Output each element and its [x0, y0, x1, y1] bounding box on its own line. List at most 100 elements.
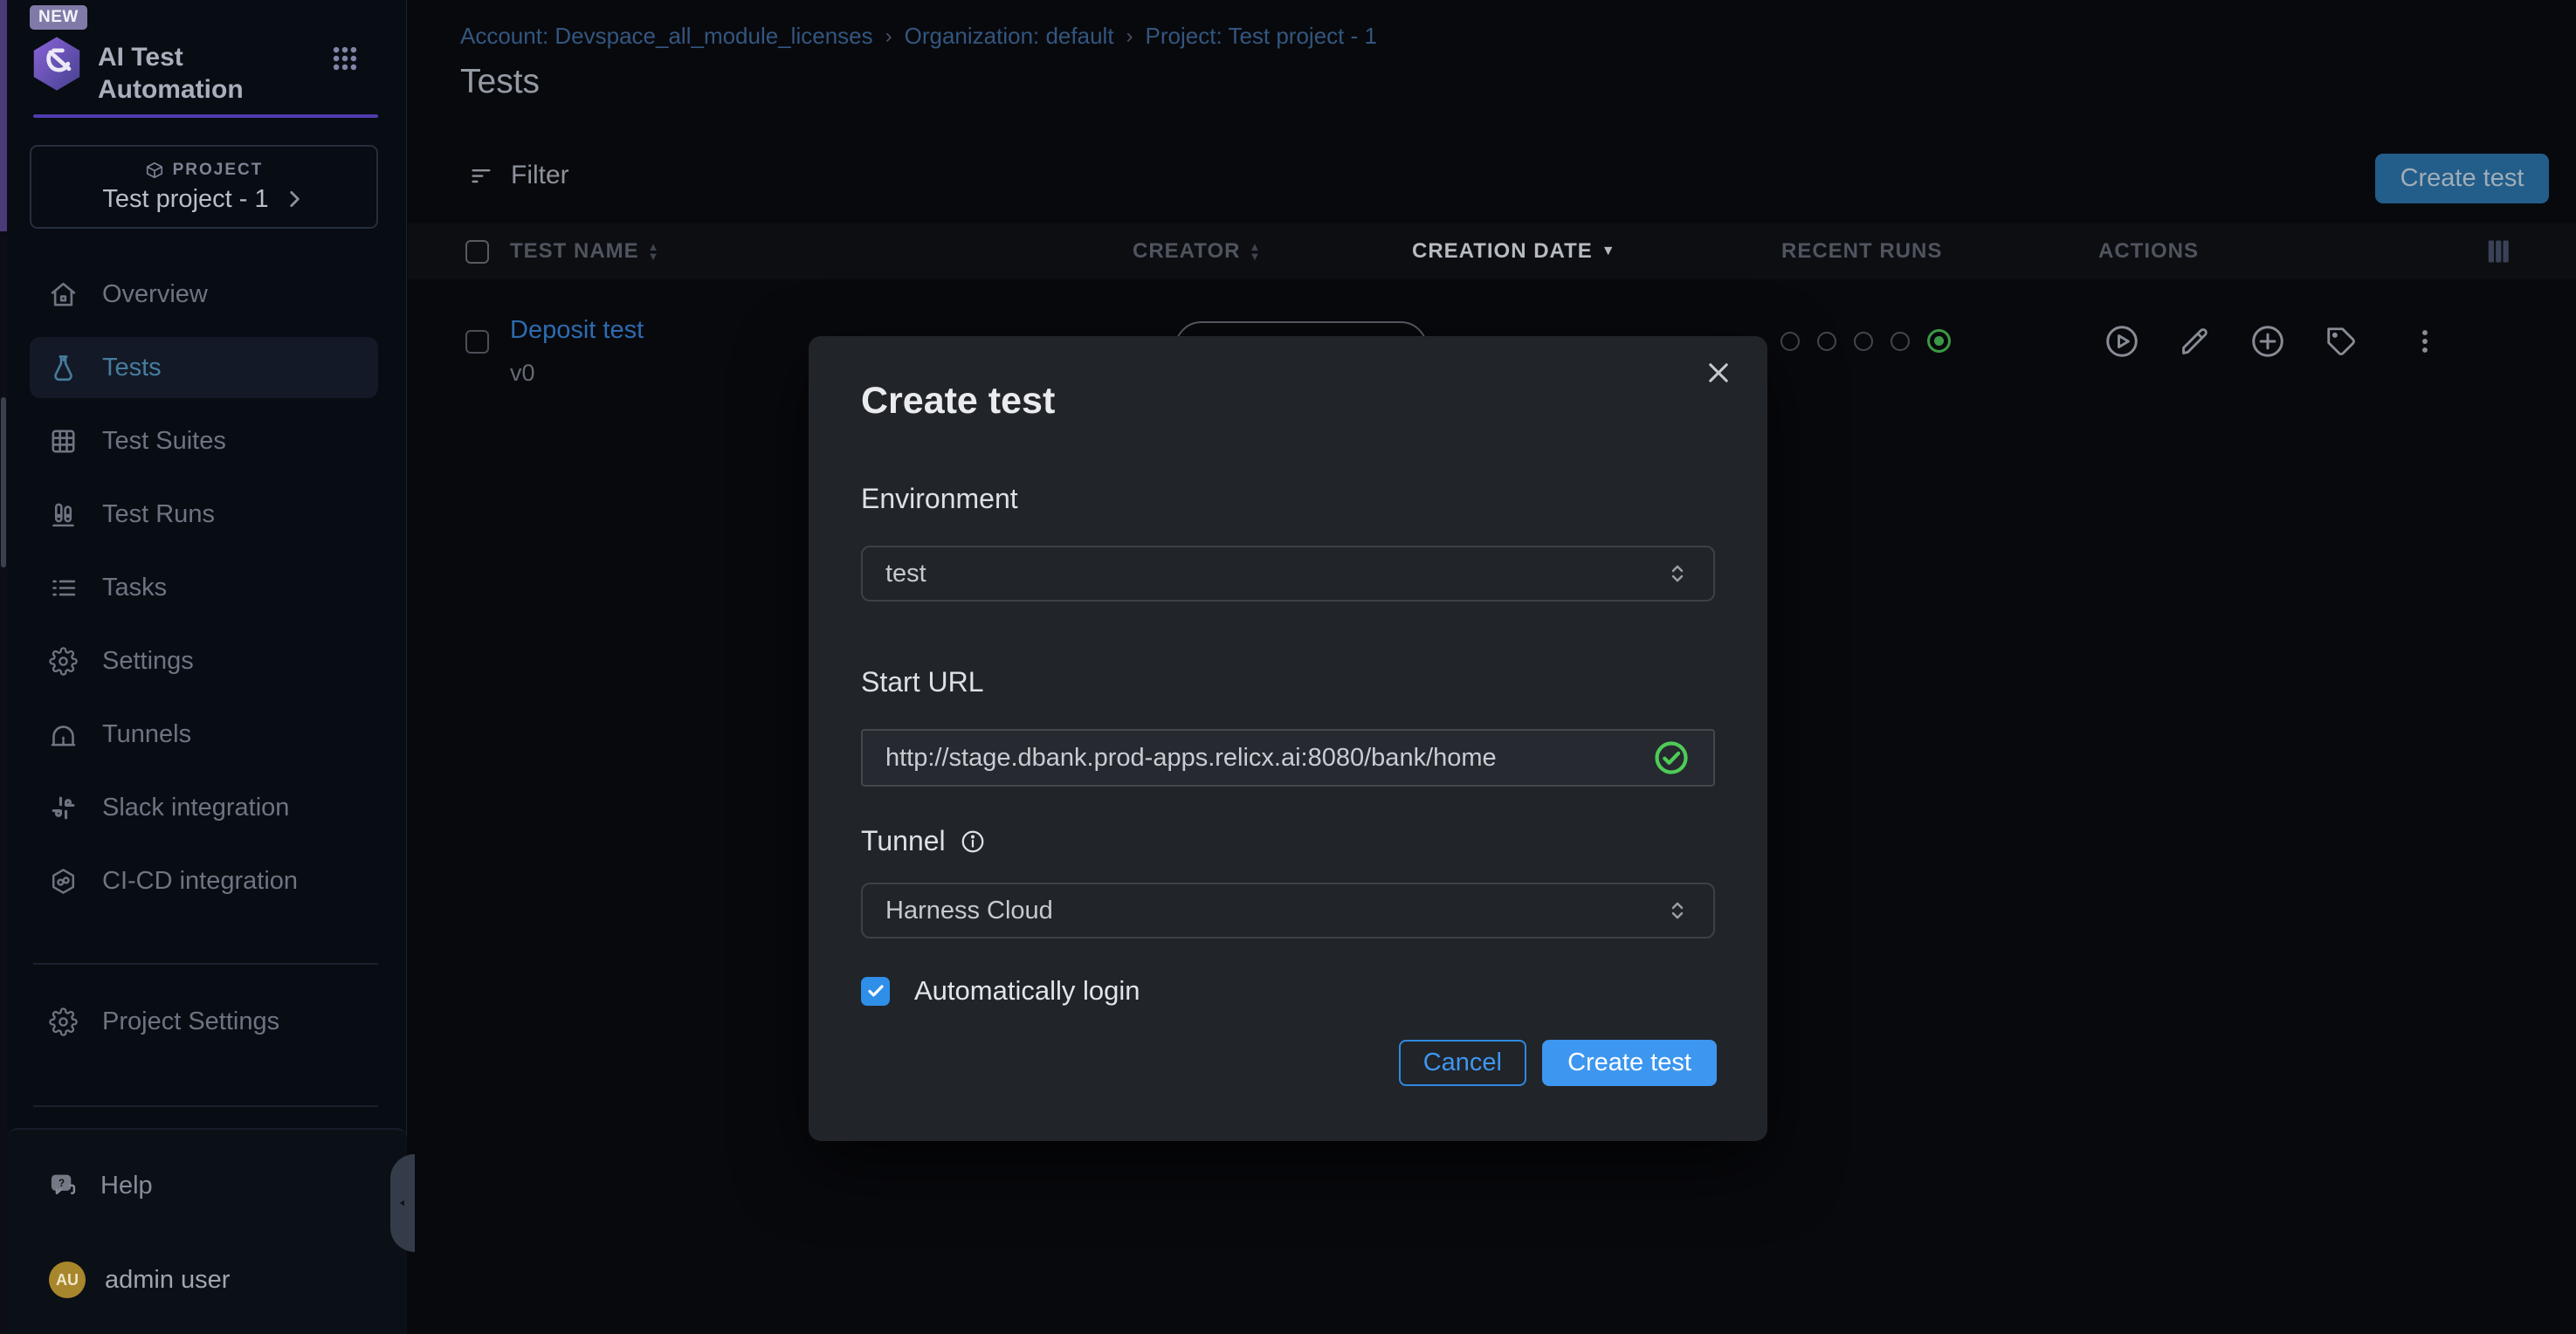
tunnel-label-row: Tunnel — [861, 825, 986, 857]
auto-login-checkbox[interactable] — [861, 977, 890, 1006]
start-url-input[interactable]: http://stage.dbank.prod-apps.relicx.ai:8… — [861, 729, 1715, 787]
create-test-button[interactable]: Create test — [2375, 154, 2549, 203]
app-title-line1: AI Test — [98, 41, 244, 73]
help-chat-icon: ? — [49, 1172, 78, 1200]
info-icon[interactable] — [960, 829, 986, 855]
sidebar-item-overview[interactable]: Overview — [30, 264, 378, 325]
row-checkbox[interactable] — [465, 330, 489, 354]
sidebar: NEW AI Test Automation — [7, 0, 407, 1334]
filter-icon — [469, 163, 493, 188]
project-switcher-label: PROJECT — [173, 161, 264, 180]
breadcrumb-account-link[interactable]: Account: Devspace_all_module_licenses — [460, 23, 873, 50]
breadcrumb-project-link[interactable]: Project: Test project - 1 — [1146, 23, 1377, 50]
column-label: CREATION DATE — [1412, 239, 1593, 264]
tunnel-select[interactable]: Harness Cloud — [861, 883, 1715, 939]
modal-footer: Cancel Create test — [1399, 1040, 1717, 1086]
flask-icon — [49, 354, 78, 382]
sidebar-item-label: Test Suites — [102, 427, 226, 456]
sidebar-divider — [33, 963, 378, 965]
auto-login-row: Automatically login — [861, 975, 1140, 1007]
select-chevrons-icon — [1664, 897, 1691, 924]
sidebar-item-label: Help — [100, 1172, 153, 1200]
module-grid-icon[interactable] — [330, 44, 360, 73]
module-rail — [0, 0, 7, 1334]
run-test-play-icon[interactable] — [2103, 322, 2141, 361]
select-all-checkbox-cell — [465, 223, 489, 279]
column-header-creator[interactable]: CREATOR ▲▼ — [1133, 223, 1261, 279]
tunnel-icon — [49, 720, 78, 749]
project-switcher-name: Test project - 1 — [102, 185, 268, 214]
brand-underline — [33, 114, 378, 118]
run-status-dot[interactable] — [1780, 332, 1800, 351]
close-icon[interactable] — [1701, 355, 1736, 390]
app-title: AI Test Automation — [98, 41, 244, 106]
gear-icon — [49, 647, 78, 676]
svg-text:?: ? — [59, 1177, 65, 1188]
column-label: RECENT RUNS — [1781, 239, 1942, 264]
breadcrumb: Account: Devspace_all_module_licenses › … — [460, 23, 1377, 50]
slack-icon — [49, 794, 78, 822]
add-plus-icon[interactable] — [2249, 322, 2287, 361]
module-rail-scroll-thumb[interactable] — [1, 397, 6, 567]
run-status-dot[interactable] — [1891, 332, 1910, 351]
sort-desc-icon: ▼ — [1601, 244, 1616, 259]
app-logo-icon[interactable] — [26, 33, 87, 94]
sort-arrows-icon: ▲▼ — [1249, 242, 1261, 261]
column-header-creation-date[interactable]: CREATION DATE ▼ — [1412, 223, 1616, 279]
run-status-dot-passed[interactable] — [1927, 329, 1951, 353]
start-url-label: Start URL — [861, 666, 983, 698]
grid-icon — [49, 427, 78, 456]
filter-button[interactable]: Filter — [469, 161, 569, 190]
create-test-modal: Create test Environment test Start URL h… — [809, 336, 1767, 1141]
environment-label: Environment — [861, 483, 1018, 515]
column-label: ACTIONS — [2098, 239, 2199, 264]
create-test-submit-button[interactable]: Create test — [1542, 1040, 1717, 1086]
column-header-test-name[interactable]: TEST NAME ▲▼ — [510, 223, 660, 279]
select-all-checkbox[interactable] — [465, 240, 489, 264]
module-rail-accent — [0, 0, 7, 231]
app-screen: NEW AI Test Automation — [0, 0, 2576, 1334]
run-status-dot[interactable] — [1817, 332, 1836, 351]
test-name-link[interactable]: Deposit test — [510, 316, 644, 345]
kebab-menu-icon[interactable] — [2406, 322, 2444, 361]
cancel-button[interactable]: Cancel — [1399, 1040, 1526, 1086]
sidebar-item-tunnels[interactable]: Tunnels — [30, 704, 378, 765]
sidebar-item-project-settings[interactable]: Project Settings — [30, 991, 378, 1052]
test-version: v0 — [510, 360, 535, 387]
sidebar-item-test-runs[interactable]: Test Runs — [30, 484, 378, 545]
app-title-line2: Automation — [98, 73, 244, 106]
project-switcher[interactable]: PROJECT Test project - 1 — [30, 145, 378, 229]
breadcrumb-organization-link[interactable]: Organization: default — [905, 23, 1114, 50]
filter-label: Filter — [511, 161, 569, 190]
tunnel-value: Harness Cloud — [885, 897, 1664, 925]
start-url-value: http://stage.dbank.prod-apps.relicx.ai:8… — [885, 744, 1652, 773]
edit-pencil-icon[interactable] — [2176, 322, 2214, 361]
tag-icon[interactable] — [2322, 322, 2360, 361]
gear-icon — [49, 1007, 78, 1036]
column-label: TEST NAME — [510, 239, 639, 264]
sidebar-item-test-suites[interactable]: Test Suites — [30, 410, 378, 471]
auto-login-label: Automatically login — [914, 975, 1140, 1007]
sidebar-item-tasks[interactable]: Tasks — [30, 557, 378, 618]
sidebar-item-cicd-integration[interactable]: CI-CD integration — [30, 850, 378, 911]
sidebar-item-label: Project Settings — [102, 1007, 279, 1036]
breadcrumb-separator: › — [1126, 24, 1133, 49]
sidebar-item-slack-integration[interactable]: Slack integration — [30, 777, 378, 838]
sidebar-item-settings[interactable]: Settings — [30, 630, 378, 691]
select-chevrons-icon — [1664, 560, 1691, 587]
environment-select[interactable]: test — [861, 546, 1715, 602]
sidebar-item-tests[interactable]: Tests — [30, 337, 378, 398]
chevron-right-icon — [283, 188, 306, 210]
column-header-actions: ACTIONS — [2098, 223, 2199, 279]
sidebar-item-label: Tasks — [102, 574, 167, 602]
column-settings-icon[interactable] — [2485, 223, 2511, 279]
sidebar-divider — [33, 1105, 378, 1107]
run-status-dot[interactable] — [1854, 332, 1873, 351]
sidebar-item-label: Tunnels — [102, 720, 191, 749]
sidebar-item-help[interactable]: ? Help — [30, 1155, 309, 1216]
column-label: CREATOR — [1133, 239, 1240, 264]
cube-icon — [145, 161, 164, 180]
sidebar-user[interactable]: AU admin user — [30, 1254, 362, 1306]
user-name: admin user — [105, 1266, 230, 1295]
sidebar-item-label: CI-CD integration — [102, 867, 298, 896]
